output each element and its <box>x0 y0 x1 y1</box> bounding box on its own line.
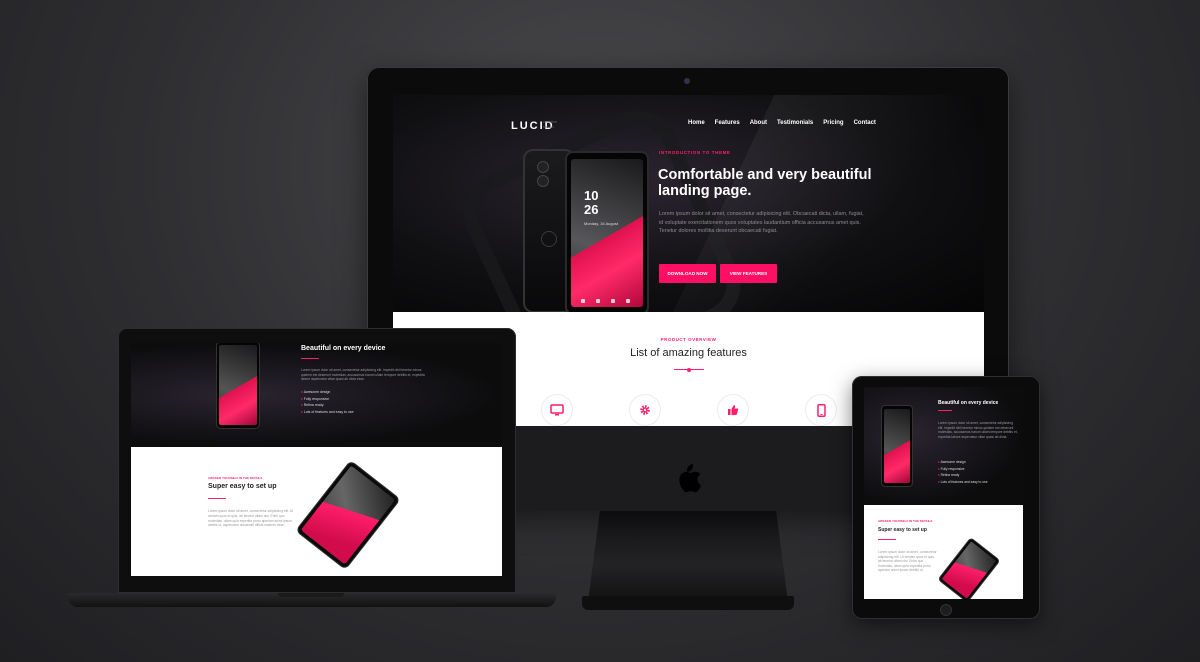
logo-tagline: creative studio <box>543 119 558 129</box>
section-title: Beautiful on every device <box>938 400 999 406</box>
phone-screen <box>941 541 997 599</box>
laptop-device-section: Beautiful on every device Lorem ipsum do… <box>131 343 502 447</box>
list-item: ♦ Awesome design <box>938 459 988 466</box>
setup-kicker: AWAKEN YOURSELF IN THE DETAILS <box>208 476 263 480</box>
section-divider <box>878 539 896 540</box>
phone-date: Monday, 16 August <box>584 221 618 226</box>
app-icon <box>596 299 600 303</box>
setup-title: Super easy to set up <box>878 527 927 533</box>
section-divider <box>301 358 319 359</box>
phone-clock: 10 26 <box>584 189 598 217</box>
app-icon <box>581 299 585 303</box>
hero-kicker: INTRODUCTION TO THEME <box>659 150 731 155</box>
nav-pricing[interactable]: Pricing <box>823 120 843 126</box>
hero-title: Comfortable and very beautiful landing p… <box>658 167 872 199</box>
phone-screen: 10 26 Monday, 16 August <box>571 159 643 307</box>
tablet-device-section: Beautiful on every device Lorem ipsum do… <box>864 387 1023 505</box>
nav-features[interactable]: Features <box>715 120 740 126</box>
phone-screen <box>300 465 396 565</box>
main-nav: Home Features About Testimonials Pricing… <box>688 120 876 126</box>
nav-about[interactable]: About <box>750 120 767 126</box>
phone-fingerprint <box>541 231 557 247</box>
hero-text: Lorem ipsum dolor sit amet, consectetur … <box>659 211 864 234</box>
nav-testimonials[interactable]: Testimonials <box>777 120 813 126</box>
setup-kicker: AWAKEN YOURSELF IN THE DETAILS <box>878 519 933 523</box>
thumbs-up-icon[interactable] <box>717 394 749 426</box>
feature-list: ♦ Awesome design ♦ Fully responsive ♦ Re… <box>301 389 354 415</box>
list-item-label: Lots of features and easy to use <box>940 480 988 485</box>
monitor-icon[interactable] <box>541 394 573 426</box>
phone-dock <box>581 299 630 303</box>
section-title: Beautiful on every device <box>301 345 386 352</box>
gear-icon[interactable] <box>629 394 661 426</box>
setup-title: Super easy to set up <box>208 483 277 490</box>
home-button-icon <box>940 604 952 616</box>
camera-icon <box>684 78 690 84</box>
list-item-label: Lots of features and easy to use <box>303 409 354 414</box>
nav-home[interactable]: Home <box>688 120 705 126</box>
list-item-label: Fully responsive <box>303 396 330 401</box>
download-now-button[interactable]: DOWNLOAD NOW <box>659 264 716 283</box>
app-icon <box>626 299 630 303</box>
section-divider <box>208 498 226 499</box>
clock-minute: 26 <box>584 202 599 217</box>
list-item-label: Retina ready <box>303 403 324 407</box>
view-features-button[interactable]: VIEW FEATURES <box>720 264 777 283</box>
section-text: Lorem ipsum dolor sit amet, consectetur … <box>301 368 425 381</box>
section-text: Lorem ipsum dolor sit amet, consectetur … <box>938 421 1018 439</box>
smartphone-icon[interactable] <box>805 394 837 426</box>
app-icon <box>611 299 615 303</box>
tilted-phone-image <box>937 537 1001 599</box>
feature-list: ♦ Awesome design ♦ Fully responsive ♦ Re… <box>938 459 988 486</box>
imac-stand-foot <box>582 596 794 610</box>
phone-front-image: 10 26 Monday, 16 August <box>565 151 649 312</box>
hero-section: LUCID creative studio Home Features Abou… <box>393 95 984 312</box>
tilted-phone-image <box>295 459 401 571</box>
tablet-screen: Beautiful on every device Lorem ipsum do… <box>864 387 1023 599</box>
phone-screen <box>884 409 910 483</box>
section-divider <box>938 410 952 411</box>
apple-logo-icon <box>679 464 702 493</box>
phone-image <box>216 343 260 429</box>
list-item-label: Awesome design <box>940 460 966 464</box>
phone-camera <box>537 175 549 187</box>
divider-dot <box>687 367 691 372</box>
phone-image <box>881 405 913 487</box>
list-item-label: Retina ready <box>940 473 960 478</box>
list-item: ♦ Lots of features and easy to use <box>301 409 354 416</box>
setup-text: Lorem ipsum dolor sit amet, consectetur … <box>878 550 937 572</box>
list-item-label: Awesome design <box>303 390 331 394</box>
phone-screen <box>219 345 257 425</box>
phone-camera <box>537 161 549 173</box>
list-item: ♦ Lots of features and easy to use <box>938 479 988 486</box>
clock-hour: 10 <box>584 188 599 203</box>
list-item-label: Fully responsive <box>940 466 965 471</box>
laptop-screen: Beautiful on every device Lorem ipsum do… <box>131 343 502 576</box>
imac-stand-neck <box>588 510 788 602</box>
laptop-notch <box>278 593 344 597</box>
list-item: ♦ Fully responsive <box>938 466 988 473</box>
setup-text: Lorem ipsum dolor sit amet, consectetur … <box>208 509 294 528</box>
nav-contact[interactable]: Contact <box>854 120 876 126</box>
list-item: ♦ Retina ready <box>938 472 988 479</box>
